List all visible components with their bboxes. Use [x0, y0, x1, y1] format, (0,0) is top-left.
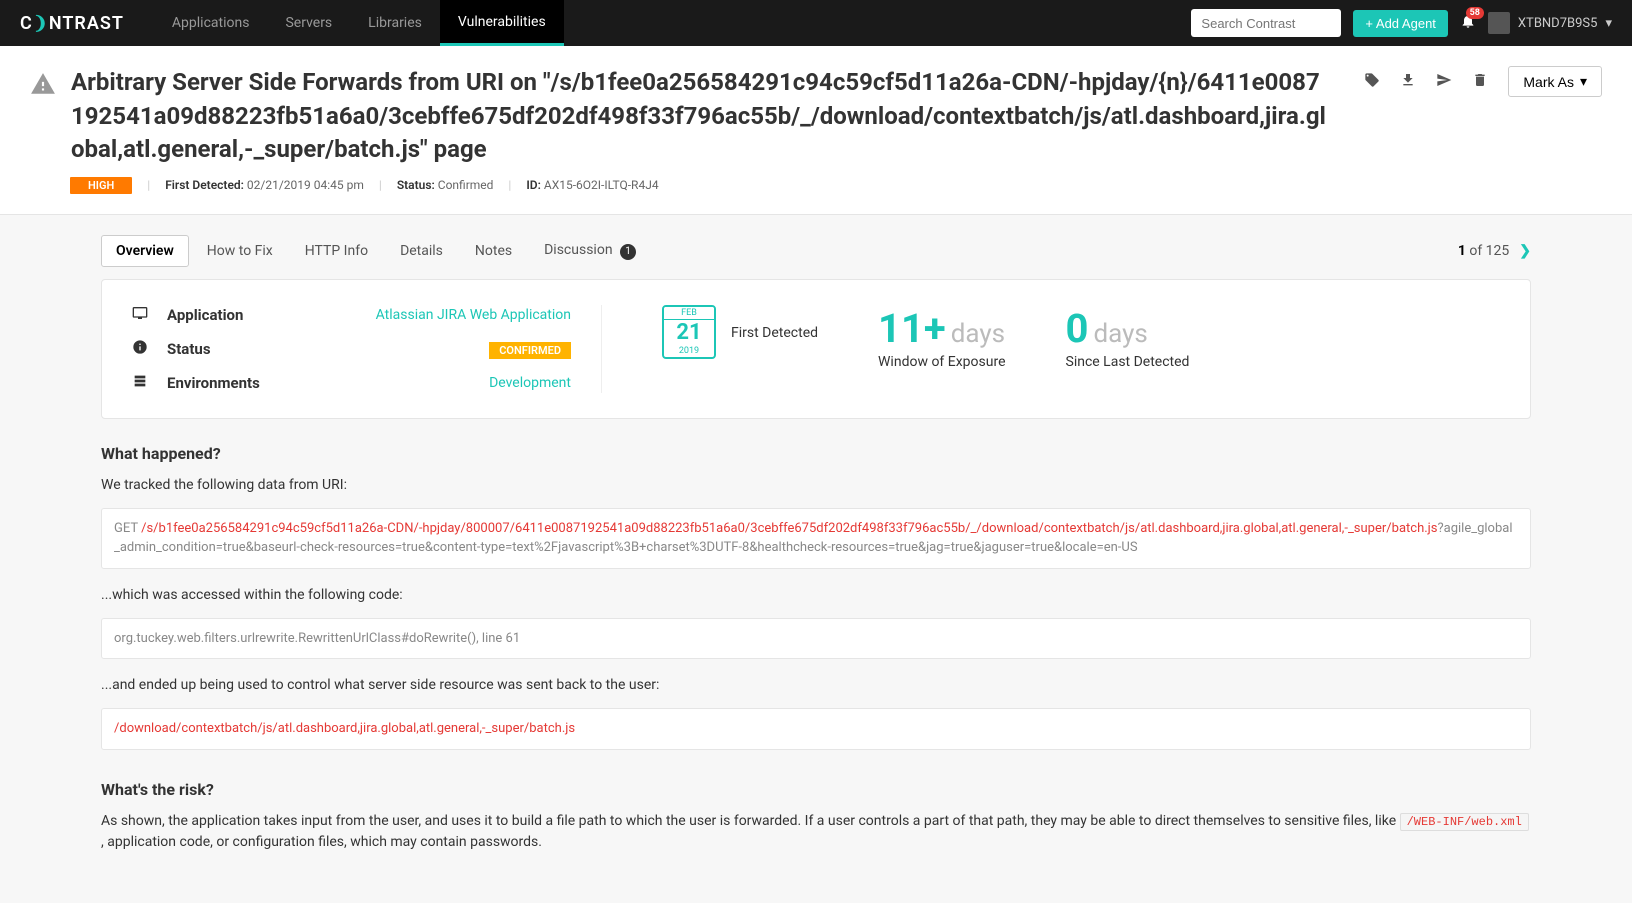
first-detected-label: First Detected: — [165, 178, 244, 192]
risk-post: , application code, or configuration fil… — [101, 834, 542, 850]
avatar — [1488, 12, 1510, 34]
tab-http-info[interactable]: HTTP Info — [291, 236, 382, 266]
send-icon[interactable] — [1436, 72, 1452, 92]
discussion-count: 1 — [620, 244, 636, 260]
nav-applications[interactable]: Applications — [154, 0, 268, 46]
code-block-2: org.tuckey.web.filters.urlrewrite.Rewrit… — [101, 618, 1531, 660]
code1-method: GET — [114, 521, 141, 536]
notification-badge: 58 — [1466, 7, 1484, 19]
nav-servers[interactable]: Servers — [267, 0, 350, 46]
exposure-block: 11+days Window of Exposure — [878, 305, 1005, 370]
code-block-1: GET /s/b1fee0a256584291c94c59cf5d11a26a-… — [101, 508, 1531, 569]
tab-details[interactable]: Details — [386, 236, 457, 266]
nav-right: + Add Agent 58 XTBND7B9S5 ▾ — [1191, 9, 1612, 37]
tabs: Overview How to Fix HTTP Info Details No… — [101, 235, 650, 267]
summary-card: Application Atlassian JIRA Web Applicati… — [101, 279, 1531, 419]
mid-text-1: ...which was accessed within the followi… — [101, 585, 1531, 606]
risk-heading: What's the risk? — [101, 780, 1531, 799]
risk-code: /WEB-INF/web.xml — [1400, 813, 1529, 831]
status-value: Confirmed — [438, 178, 494, 192]
logo-accent: ❩ — [33, 13, 49, 34]
logo-text: C — [20, 13, 33, 34]
what-happened-intro: We tracked the following data from URI: — [101, 475, 1531, 496]
tag-icon[interactable] — [1364, 72, 1380, 92]
code3-path: /download/contextbatch/js/atl.dashboard,… — [114, 721, 575, 736]
chevron-down-icon: ▾ — [1605, 16, 1612, 31]
download-icon[interactable] — [1400, 72, 1416, 92]
mid-text-2: ...and ended up being used to control wh… — [101, 675, 1531, 696]
what-happened-heading: What happened? — [101, 444, 1531, 463]
id-value: AX15-6O2I-ILTQ-R4J4 — [544, 178, 659, 192]
risk-pre: As shown, the application takes input fr… — [101, 813, 1400, 829]
first-detected-value: 02/21/2019 04:45 pm — [247, 178, 364, 192]
mark-as-button[interactable]: Mark As ▾ — [1508, 66, 1602, 97]
tab-discussion[interactable]: Discussion 1 — [530, 235, 650, 267]
monitor-icon — [132, 305, 157, 325]
trash-icon[interactable] — [1472, 72, 1488, 92]
tab-overview[interactable]: Overview — [101, 235, 189, 267]
content: Overview How to Fix HTTP Info Details No… — [51, 215, 1581, 903]
server-icon — [132, 373, 157, 393]
tab-discussion-label: Discussion — [544, 242, 612, 258]
chevron-down-icon: ▾ — [1580, 73, 1587, 90]
warning-icon — [30, 71, 56, 101]
pager: 1 of 125 ❯ — [1458, 243, 1531, 259]
pager-next-icon[interactable]: ❯ — [1519, 243, 1531, 259]
env-label: Environments — [167, 374, 277, 392]
code-block-3: /download/contextbatch/js/atl.dashboard,… — [101, 708, 1531, 750]
cal-month: FEB — [664, 307, 714, 320]
confirmed-badge: CONFIRMED — [489, 342, 571, 359]
exposure-label: Window of Exposure — [878, 354, 1005, 370]
page-title: Arbitrary Server Side Forwards from URI … — [71, 66, 1329, 167]
exposure-unit: days — [951, 319, 1005, 349]
id-label: ID: — [526, 178, 541, 192]
user-menu[interactable]: XTBND7B9S5 ▾ — [1488, 12, 1612, 34]
app-label: Application — [167, 306, 277, 324]
risk-section: What's the risk? As shown, the applicati… — [101, 780, 1531, 853]
title-actions: Mark As ▾ — [1364, 66, 1602, 97]
notifications-icon[interactable]: 58 — [1460, 13, 1476, 34]
first-detected-block: FEB 21 2019 First Detected — [662, 305, 818, 359]
calendar-icon: FEB 21 2019 — [662, 305, 716, 359]
env-link[interactable]: Development — [287, 375, 571, 391]
info-icon — [132, 339, 157, 359]
search-input[interactable] — [1191, 9, 1341, 37]
pager-total: of 125 — [1466, 243, 1509, 259]
summary-left: Application Atlassian JIRA Web Applicati… — [132, 305, 602, 393]
code1-path: /s/b1fee0a256584291c94c59cf5d11a26a-CDN/… — [141, 521, 1437, 536]
username-label: XTBND7B9S5 — [1518, 16, 1598, 31]
tab-notes[interactable]: Notes — [461, 236, 526, 266]
cal-day: 21 — [664, 320, 714, 345]
logo-text2: NTRAST — [49, 13, 124, 34]
logo[interactable]: C❩NTRAST — [20, 13, 124, 34]
tabs-row: Overview How to Fix HTTP Info Details No… — [101, 235, 1531, 267]
pager-current: 1 — [1458, 243, 1466, 259]
risk-text: As shown, the application takes input fr… — [101, 811, 1531, 853]
since-detected-block: 0days Since Last Detected — [1066, 305, 1190, 370]
app-link[interactable]: Atlassian JIRA Web Application — [287, 307, 571, 323]
mark-as-label: Mark As — [1523, 74, 1574, 90]
page-header: Arbitrary Server Side Forwards from URI … — [0, 46, 1632, 215]
since-label: Since Last Detected — [1066, 354, 1190, 370]
meta-row: HIGH | First Detected: 02/21/2019 04:45 … — [70, 177, 1602, 194]
cal-year: 2019 — [664, 345, 714, 357]
what-happened-section: What happened? We tracked the following … — [101, 444, 1531, 750]
nav-vulnerabilities[interactable]: Vulnerabilities — [440, 0, 564, 46]
tab-how-to-fix[interactable]: How to Fix — [193, 236, 287, 266]
exposure-num: 11+ — [878, 305, 946, 352]
top-nav: C❩NTRAST Applications Servers Libraries … — [0, 0, 1632, 46]
nav-libraries[interactable]: Libraries — [350, 0, 440, 46]
severity-badge: HIGH — [70, 177, 132, 194]
nav-items: Applications Servers Libraries Vulnerabi… — [154, 0, 564, 46]
status-label: Status: — [397, 178, 435, 192]
since-num: 0 — [1066, 305, 1089, 352]
since-unit: days — [1093, 319, 1147, 349]
summary-status-label: Status — [167, 340, 277, 358]
first-detected-caption: First Detected — [731, 325, 818, 341]
add-agent-button[interactable]: + Add Agent — [1353, 10, 1447, 37]
